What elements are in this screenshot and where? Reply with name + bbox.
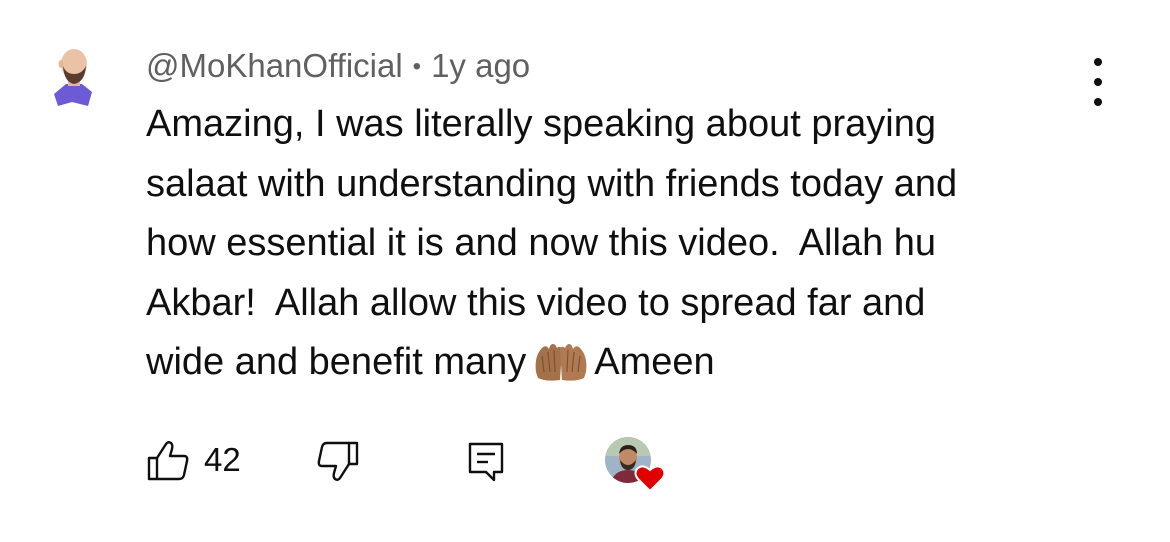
comment-text-segment: wide and benefit many <box>146 341 527 383</box>
comment-text-line: salaat with understanding with friends t… <box>146 162 958 205</box>
comment-text-line: how essential it is and now this video. … <box>146 222 937 264</box>
palms-up-together-icon <box>535 344 587 381</box>
three-dots-vertical-icon-dot <box>1094 78 1102 86</box>
like-count: 42 <box>204 441 241 478</box>
heart-icon <box>634 465 666 493</box>
comment-icon[interactable] <box>466 440 506 484</box>
comment-text-line: Amazing, I was literally speaking about … <box>146 103 936 145</box>
comment-text: Amazing, I was literally speaking about … <box>146 95 1136 393</box>
comment-thread: @MoKhanOfficial • 1y ago Amazing, I was li… <box>0 0 1170 542</box>
creator-heart-badge <box>605 437 666 493</box>
author-name[interactable]: @MoKhanOfficial <box>146 47 403 84</box>
three-dots-vertical-icon <box>1094 58 1102 66</box>
comment-actions: 42 <box>146 434 746 493</box>
meta-separator: • <box>412 53 422 80</box>
comment-timestamp[interactable]: 1y ago <box>431 47 530 84</box>
thumbs-down-icon[interactable] <box>316 440 360 482</box>
comment-meta: @MoKhanOfficial • 1y ago <box>146 44 530 89</box>
commenter-avatar[interactable] <box>44 44 104 110</box>
comment-text-segment: Ameen <box>594 341 715 383</box>
comment-text-line: Akbar! Allah allow this video to spread … <box>146 281 926 324</box>
comment-text-line-last: wide and benefit many Ameen <box>146 333 1136 393</box>
thumbs-up-icon[interactable] <box>146 440 190 482</box>
